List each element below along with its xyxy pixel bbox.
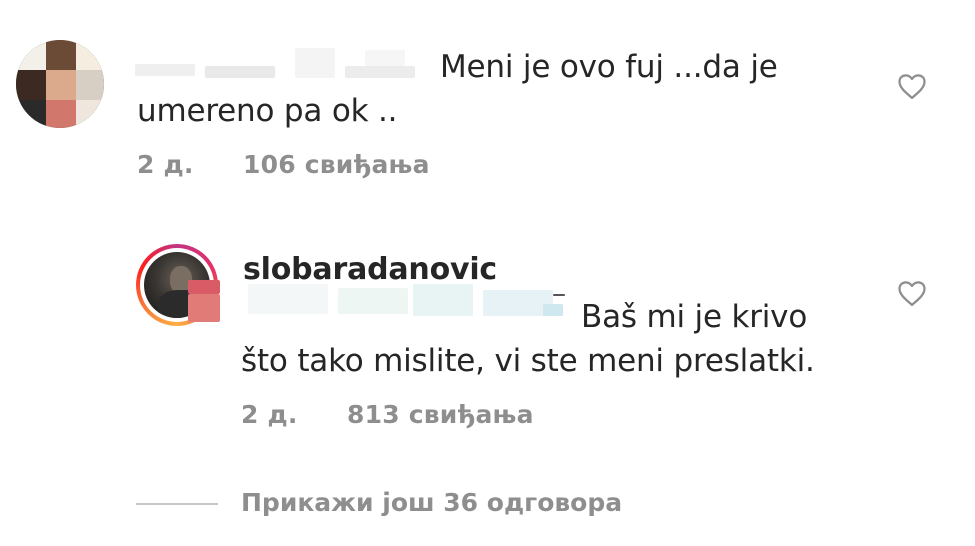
- redacted-mention-blur: [188, 280, 578, 330]
- reply-text-line1: Baš mi je krivo: [581, 299, 808, 335]
- reply-likes-count[interactable]: 813 свиђања: [347, 400, 534, 429]
- commenter-avatar-pixelated[interactable]: [16, 40, 104, 128]
- comment-text-line1: Meni je ovo fuj ...da je: [440, 49, 778, 85]
- heart-outline-icon[interactable]: [897, 72, 927, 100]
- redacted-username-blur: [135, 44, 435, 82]
- view-more-replies-button[interactable]: Прикажи још 36 одговора: [241, 488, 622, 517]
- reply-text-line2: što tako mislite, vi ste meni preslatki.: [241, 343, 815, 379]
- comment-likes-count[interactable]: 106 свиђања: [243, 150, 430, 179]
- heart-outline-icon[interactable]: [897, 279, 927, 307]
- comment-timestamp[interactable]: 2 д.: [137, 150, 194, 179]
- replies-divider: [136, 503, 218, 505]
- comment-text-line2: umereno pa ok ..: [137, 93, 398, 129]
- reply-timestamp[interactable]: 2 д.: [241, 400, 298, 429]
- reply-username[interactable]: slobaradanovic: [243, 252, 497, 287]
